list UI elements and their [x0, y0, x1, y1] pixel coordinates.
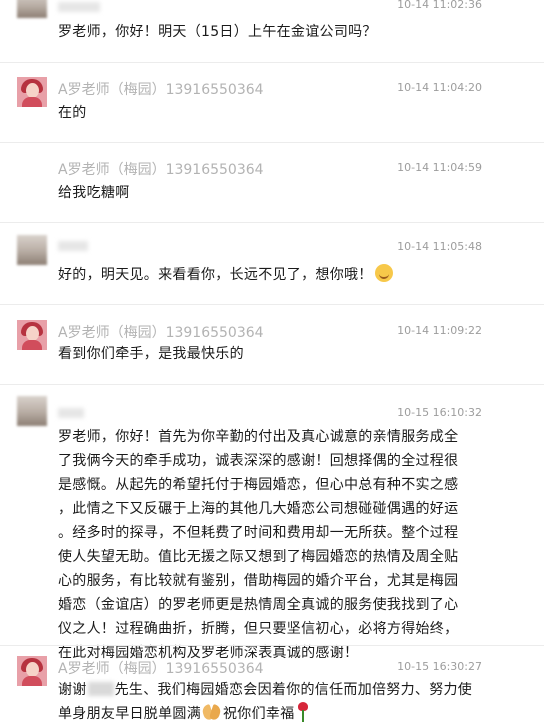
timestamp: 10-14 11:04:59	[397, 161, 482, 174]
message-line: 心的服务，有比较就有鉴别，借助梅园的婚介平台，尤其是梅园	[58, 573, 459, 589]
separator	[0, 304, 544, 305]
message-text: 在的	[58, 105, 87, 121]
message-text-part: 祝你们幸福	[223, 706, 295, 722]
avatar-face	[26, 83, 39, 98]
avatar[interactable]	[17, 235, 47, 265]
separator	[0, 62, 544, 63]
timestamp: 10-15 16:30:27	[397, 660, 482, 673]
message-text-part: 先生、我们梅园婚恋会因着你的信任而加倍努力、努力使	[114, 682, 473, 698]
avatar[interactable]	[17, 396, 47, 426]
timestamp: 10-14 11:02:36	[397, 0, 482, 11]
separator	[0, 645, 544, 646]
separator	[0, 384, 544, 385]
smiling-face-emoji-icon	[374, 264, 393, 282]
praying-hands-emoji-icon	[201, 703, 223, 721]
rose-emoji-icon	[295, 702, 311, 722]
message-line: 单身朋友早日脱单圆满 祝你们幸福	[58, 702, 483, 726]
redacted-name	[87, 682, 114, 696]
timestamp: 10-15 16:10:32	[397, 406, 482, 419]
avatar-body	[22, 340, 42, 350]
separator	[0, 142, 544, 143]
separator	[0, 222, 544, 223]
avatar[interactable]	[17, 320, 47, 350]
timestamp: 10-14 11:04:20	[397, 81, 482, 94]
message-text: 谢谢 先生、我们梅园婚恋会因着你的信任而加倍努力、努力使 单身朋友早日脱单圆满 祝你…	[58, 678, 483, 726]
message-text-content: 好的，明天见。来看看你，长远不见了，想你哦！	[58, 267, 373, 283]
timestamp: 10-14 11:09:22	[397, 324, 482, 337]
avatar-body	[22, 97, 42, 107]
message-line: ，此情之下又反碾于上海的其他几大婚恋公司想碰碰偶遇的好运	[58, 501, 459, 517]
timestamp: 10-14 11:05:48	[397, 240, 482, 253]
sender-name: A罗老师（梅园）13916550364	[58, 661, 264, 677]
message-text: 好的，明天见。来看看你，长远不见了，想你哦！	[58, 263, 483, 287]
sender-name-redacted	[58, 2, 100, 12]
avatar-face	[26, 662, 39, 677]
sender-name-redacted	[58, 241, 88, 251]
message-text: 看到你们牵手，是我最快乐的	[58, 346, 244, 362]
message-text: 罗老师，你好！首先为你辛勤的付出及真心诚意的亲情服务成全 了我俩今天的牵手成功，…	[58, 425, 483, 665]
sender-name: A罗老师（梅园）13916550364	[58, 82, 264, 98]
avatar-body	[22, 676, 42, 686]
message-text: 给我吃糖啊	[58, 185, 130, 201]
message-line: 谢谢 先生、我们梅园婚恋会因着你的信任而加倍努力、努力使	[58, 678, 483, 702]
message-text-part: 单身朋友早日脱单圆满	[58, 706, 201, 722]
sender-name: A罗老师（梅园）13916550364	[58, 325, 264, 341]
message-line: 了我俩今天的牵手成功，诚表深深的感谢！回想择偶的全过程很	[58, 453, 459, 469]
avatar-face	[26, 326, 39, 341]
avatar[interactable]	[17, 656, 47, 686]
avatar[interactable]	[17, 0, 47, 18]
avatar[interactable]	[17, 77, 47, 107]
message-line: 使人失望无助。值比无援之际又想到了梅园婚恋的热情及周全贴	[58, 549, 459, 565]
message-line: 是感慨。从起先的希望托付于梅园婚恋，但心中总有种不实之感	[58, 477, 459, 493]
message-line: 。经多时的探寻，不但耗费了时间和费用却一无所获。整个过程	[58, 525, 459, 541]
sender-name-redacted	[58, 408, 84, 418]
message-line: 婚恋（金谊店）的罗老师更是热情周全真诚的服务使我找到了心	[58, 597, 459, 613]
message-text: 罗老师，你好！明天（15日）上午在金谊公司吗？	[58, 24, 377, 40]
message-line: 仪之人！过程确曲折，折腾，但只要坚信初心，必将方得始终，	[58, 621, 459, 637]
message-text-part: 谢谢	[58, 682, 87, 698]
sender-name: A罗老师（梅园）13916550364	[58, 162, 264, 178]
message-line: 罗老师，你好！首先为你辛勤的付出及真心诚意的亲情服务成全	[58, 429, 459, 445]
